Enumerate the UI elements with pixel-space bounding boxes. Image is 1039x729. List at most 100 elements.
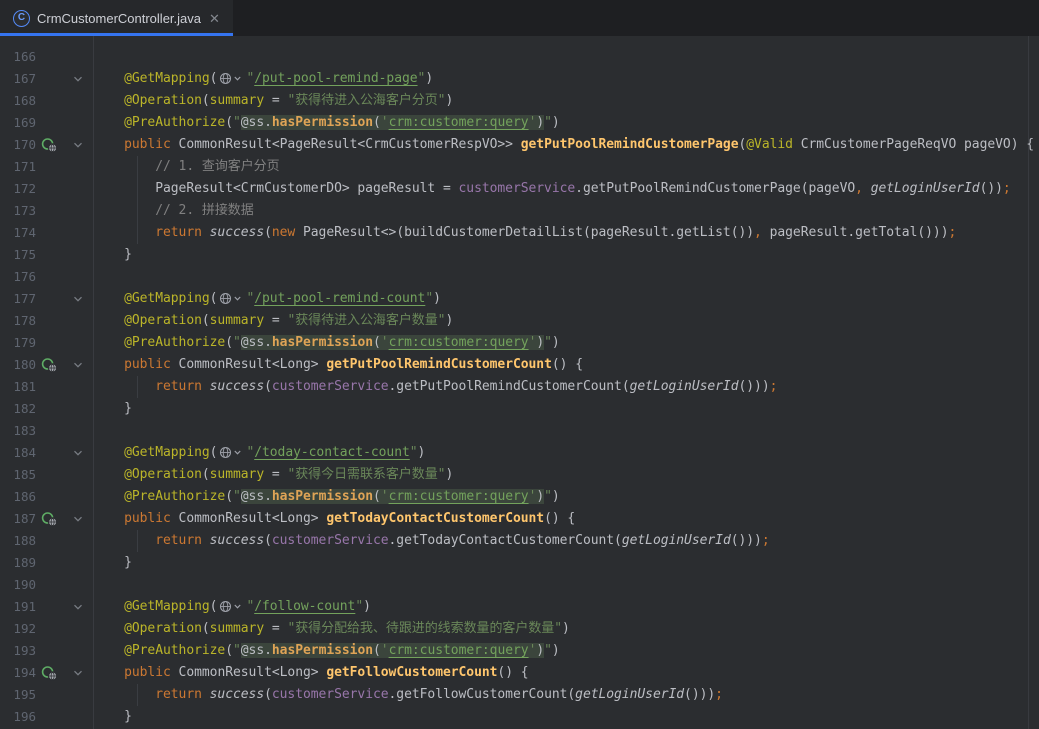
line-number[interactable]: 182: [0, 398, 36, 420]
code-text[interactable]: public CommonResult<Long> getTodayContac…: [93, 508, 1039, 530]
fold-chevron-icon[interactable]: [62, 354, 93, 376]
line-number[interactable]: 179: [0, 332, 36, 354]
url-link-token[interactable]: crm:customer:query: [389, 115, 529, 130]
line-number[interactable]: 170: [0, 134, 36, 156]
api-endpoint-gutter-icon[interactable]: [36, 354, 62, 376]
code-text[interactable]: public CommonResult<Long> getPutPoolRemi…: [93, 354, 1039, 376]
tab-close-icon[interactable]: ✕: [208, 10, 221, 27]
line-number[interactable]: 194: [0, 662, 36, 684]
fold-chevron-icon[interactable]: [62, 134, 93, 156]
code-text[interactable]: @Operation(summary = "获得分配给我、待跟进的线索数量的客户…: [93, 618, 1039, 640]
line-number[interactable]: 169: [0, 112, 36, 134]
line-number[interactable]: 167: [0, 68, 36, 90]
line-number[interactable]: 191: [0, 596, 36, 618]
api-endpoint-gutter-icon[interactable]: [36, 134, 62, 156]
code-text[interactable]: [93, 266, 1039, 288]
code-text[interactable]: // 1. 查询客户分页: [93, 156, 1039, 178]
line-number[interactable]: 190: [0, 574, 36, 596]
code-text[interactable]: @GetMapping("/follow-count"): [93, 596, 1039, 618]
code-text[interactable]: PageResult<CrmCustomerDO> pageResult = c…: [93, 178, 1039, 200]
line-number[interactable]: 181: [0, 376, 36, 398]
line-number[interactable]: 187: [0, 508, 36, 530]
line-number[interactable]: 195: [0, 684, 36, 706]
fold-chevron-icon[interactable]: [62, 508, 93, 530]
fold-space: [62, 244, 93, 266]
code-line: 182 }: [0, 398, 1039, 420]
code-token: ;: [770, 379, 778, 394]
line-number[interactable]: 188: [0, 530, 36, 552]
code-text[interactable]: [93, 420, 1039, 442]
code-text[interactable]: @Operation(summary = "获得待进入公海客户分页"): [93, 90, 1039, 112]
fold-chevron-icon[interactable]: [62, 442, 93, 464]
code-text[interactable]: public CommonResult<PageResult<CrmCustom…: [93, 134, 1039, 156]
url-globe-inlay-icon[interactable]: [217, 292, 246, 305]
url-link-token[interactable]: crm:customer:query: [389, 489, 529, 504]
code-text[interactable]: // 2. 拼接数据: [93, 200, 1039, 222]
api-endpoint-gutter-icon[interactable]: [36, 508, 62, 530]
code-line: 179 @PreAuthorize("@ss.hasPermission('cr…: [0, 332, 1039, 354]
code-text[interactable]: return success(customerService.getTodayC…: [93, 530, 1039, 552]
fold-chevron-icon[interactable]: [62, 596, 93, 618]
url-link-token[interactable]: /put-pool-remind-count: [254, 291, 425, 306]
line-number[interactable]: 172: [0, 178, 36, 200]
code-token: "获得待进入公海客户分页": [287, 93, 445, 108]
code-text[interactable]: return success(new PageResult<>(buildCus…: [93, 222, 1039, 244]
line-number[interactable]: 168: [0, 90, 36, 112]
code-text[interactable]: @Operation(summary = "获得今日需联系客户数量"): [93, 464, 1039, 486]
indent-guide: [137, 684, 138, 706]
line-number[interactable]: 189: [0, 552, 36, 574]
code-text[interactable]: @PreAuthorize("@ss.hasPermission('crm:cu…: [93, 332, 1039, 354]
code-text[interactable]: @PreAuthorize("@ss.hasPermission('crm:cu…: [93, 640, 1039, 662]
line-number[interactable]: 175: [0, 244, 36, 266]
url-link-token[interactable]: /follow-count: [254, 599, 355, 614]
code-text[interactable]: @Operation(summary = "获得待进入公海客户数量"): [93, 310, 1039, 332]
line-number[interactable]: 176: [0, 266, 36, 288]
code-text[interactable]: @GetMapping("/put-pool-remind-page"): [93, 68, 1039, 90]
fold-chevron-icon[interactable]: [62, 288, 93, 310]
api-endpoint-gutter-icon[interactable]: [36, 662, 62, 684]
code-text[interactable]: [93, 574, 1039, 596]
code-text[interactable]: return success(customerService.getFollow…: [93, 684, 1039, 706]
code-token: @Operation: [93, 313, 202, 328]
line-number[interactable]: 174: [0, 222, 36, 244]
code-text[interactable]: }: [93, 552, 1039, 574]
url-link-token[interactable]: /today-contact-count: [254, 445, 410, 460]
line-number[interactable]: 192: [0, 618, 36, 640]
line-number[interactable]: 177: [0, 288, 36, 310]
code-text[interactable]: }: [93, 706, 1039, 728]
line-number[interactable]: 193: [0, 640, 36, 662]
code-text[interactable]: @PreAuthorize("@ss.hasPermission('crm:cu…: [93, 112, 1039, 134]
code-line: 189 }: [0, 552, 1039, 574]
fold-chevron-icon[interactable]: [62, 68, 93, 90]
line-number[interactable]: 183: [0, 420, 36, 442]
line-number[interactable]: 178: [0, 310, 36, 332]
url-link-token[interactable]: crm:customer:query: [389, 335, 529, 350]
code-text[interactable]: public CommonResult<Long> getFollowCusto…: [93, 662, 1039, 684]
code-text[interactable]: @GetMapping("/today-contact-count"): [93, 442, 1039, 464]
url-globe-inlay-icon[interactable]: [217, 72, 246, 85]
code-token: ": [233, 643, 241, 658]
fold-chevron-icon[interactable]: [62, 662, 93, 684]
code-text[interactable]: @GetMapping("/put-pool-remind-count"): [93, 288, 1039, 310]
url-link-token[interactable]: crm:customer:query: [389, 643, 529, 658]
line-number[interactable]: 185: [0, 464, 36, 486]
line-number[interactable]: 184: [0, 442, 36, 464]
line-number[interactable]: 166: [0, 46, 36, 68]
line-number[interactable]: 171: [0, 156, 36, 178]
editor-tab[interactable]: C CrmCustomerController.java ✕: [0, 0, 233, 36]
code-editor[interactable]: 166167 @GetMapping("/put-pool-remind-pag…: [0, 36, 1039, 729]
code-text[interactable]: @PreAuthorize("@ss.hasPermission('crm:cu…: [93, 486, 1039, 508]
url-link-token[interactable]: /put-pool-remind-page: [254, 71, 417, 86]
code-text[interactable]: return success(customerService.getPutPoo…: [93, 376, 1039, 398]
url-globe-inlay-icon[interactable]: [217, 600, 246, 613]
line-number[interactable]: 186: [0, 486, 36, 508]
line-number[interactable]: 173: [0, 200, 36, 222]
code-text[interactable]: [93, 46, 1039, 68]
code-token: @ss: [241, 335, 264, 350]
line-number[interactable]: 196: [0, 706, 36, 728]
gutter-icon-space: [36, 684, 62, 706]
line-number[interactable]: 180: [0, 354, 36, 376]
code-text[interactable]: }: [93, 244, 1039, 266]
code-text[interactable]: }: [93, 398, 1039, 420]
url-globe-inlay-icon[interactable]: [217, 446, 246, 459]
